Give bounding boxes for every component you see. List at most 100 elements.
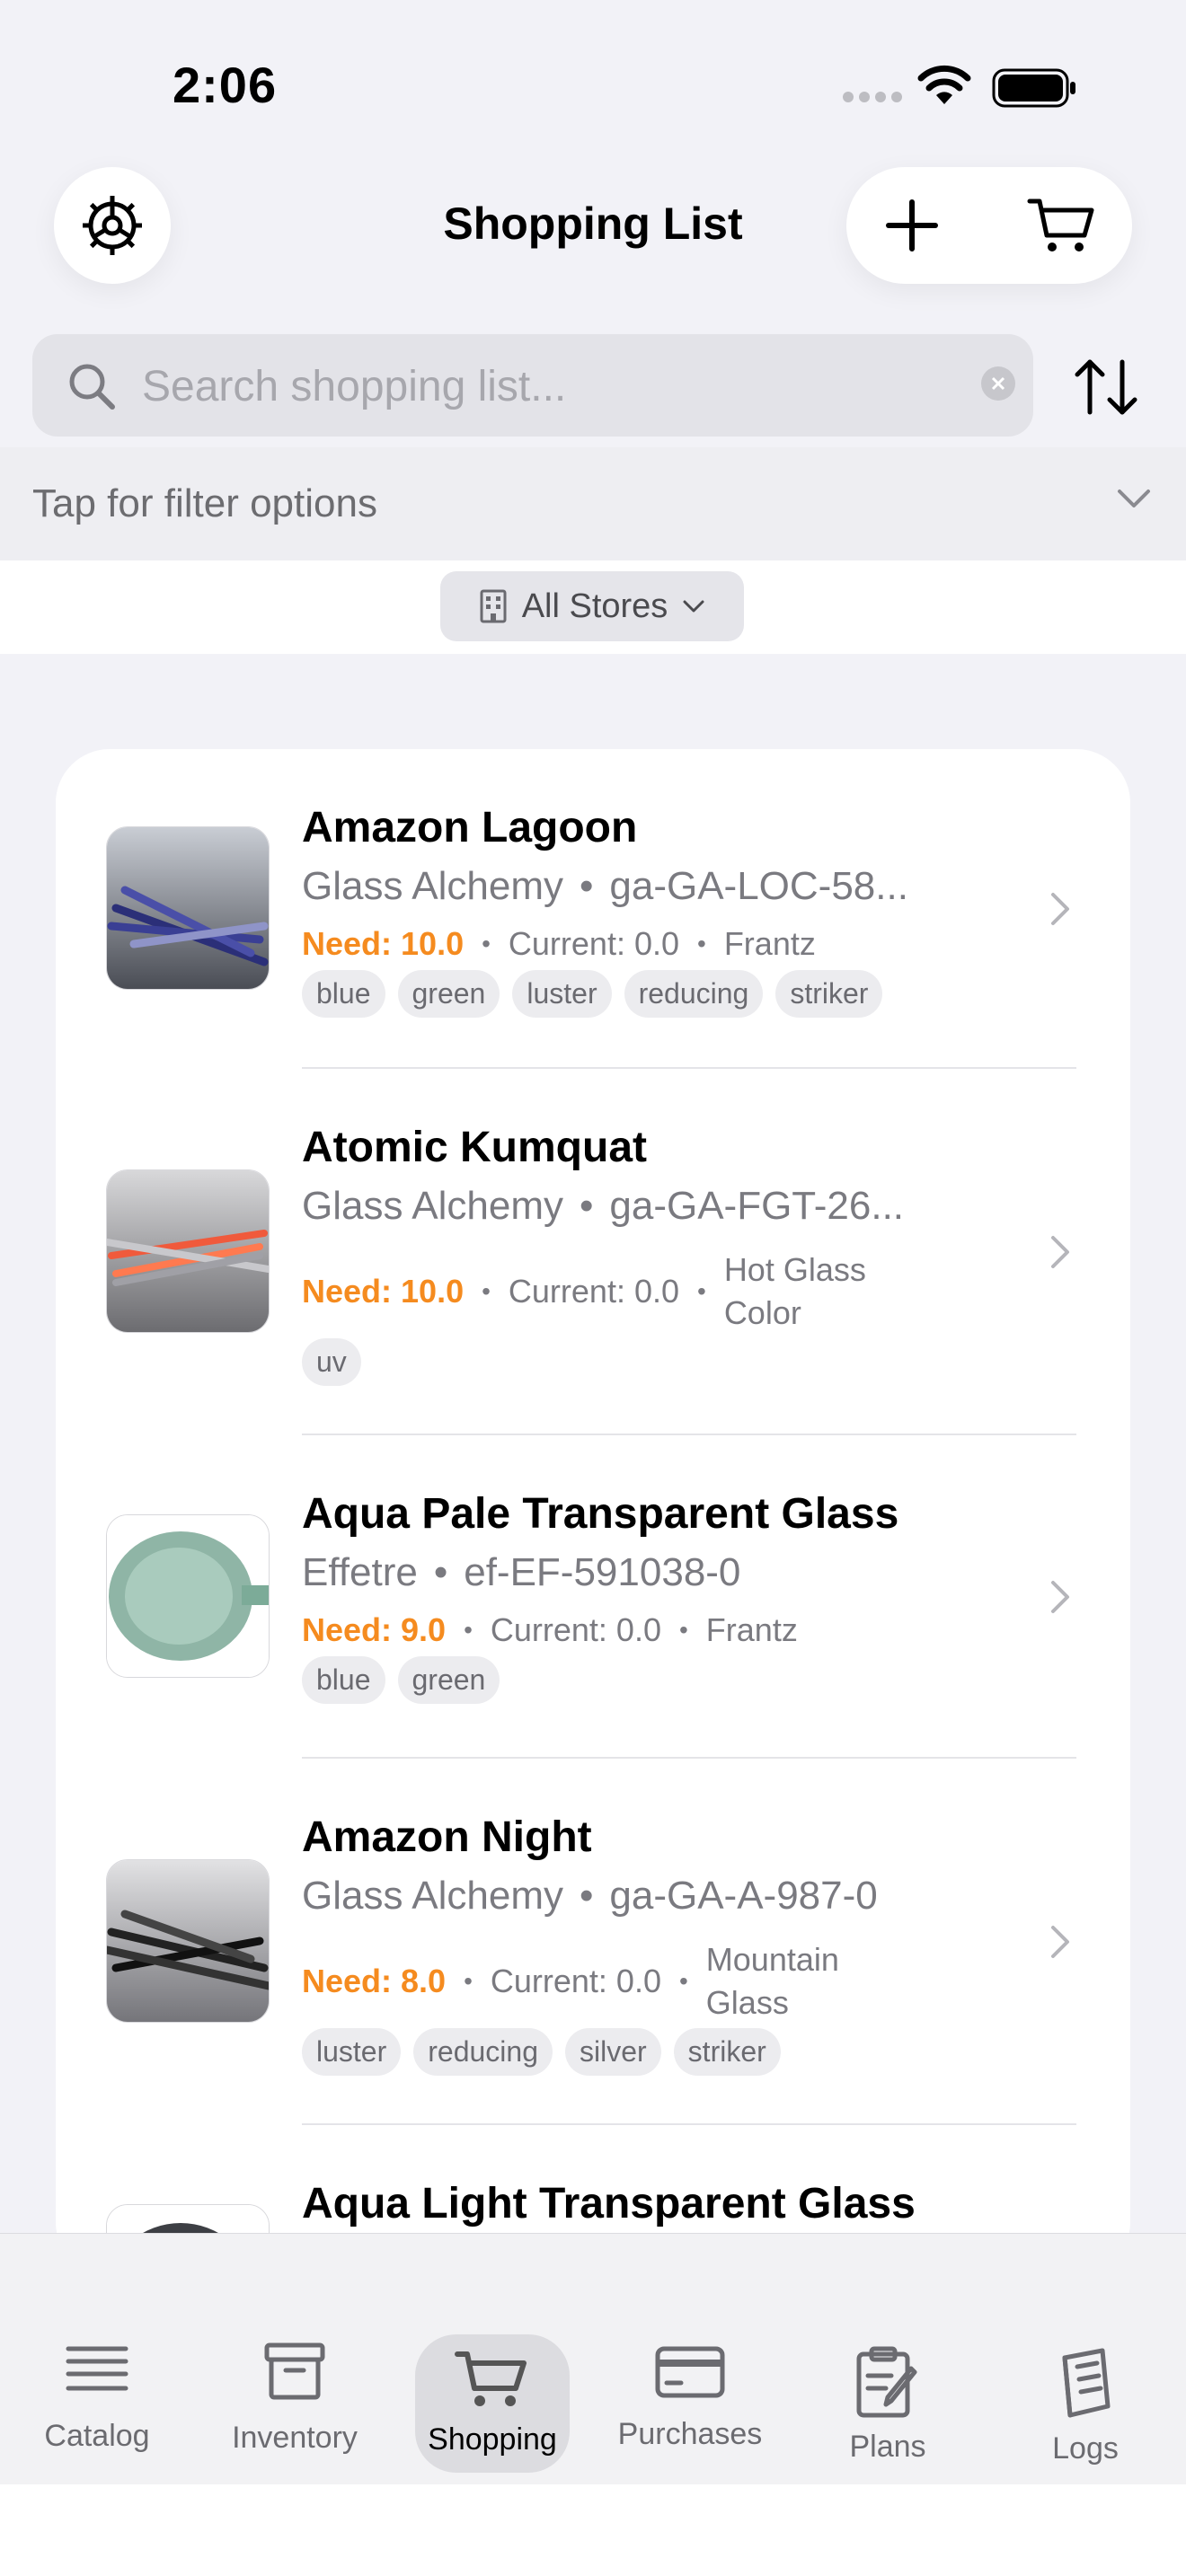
close-icon — [991, 376, 1005, 391]
filter-label: Tap for filter options — [32, 481, 377, 525]
tab-label: Logs — [1052, 2431, 1119, 2466]
archive-box-icon — [205, 2342, 385, 2401]
store-filter-button[interactable]: All Stores — [440, 571, 744, 641]
item-sku: ef-EF-591038-0 — [464, 1550, 741, 1594]
tab-label: Catalog — [44, 2419, 150, 2453]
item-store: Mountain Glass — [705, 1941, 839, 2021]
chevron-right-icon — [1051, 1236, 1069, 1268]
item-meta: Need: 10.0 • Current: 0.0 • Hot Glass Colo… — [302, 1248, 931, 1335]
item-tags: blue green luster reducing striker — [302, 970, 883, 1018]
wifi-icon — [917, 65, 971, 104]
battery-icon — [992, 68, 1075, 108]
item-current: Current: 0.0 — [508, 1273, 679, 1310]
item-name: Aqua Light Transparent Glass — [302, 2180, 916, 2228]
list-icon — [7, 2342, 187, 2395]
tag: blue — [302, 970, 385, 1018]
store-filter-label: All Stores — [521, 587, 668, 625]
tag: luster — [302, 2028, 402, 2076]
plus-icon — [886, 199, 938, 251]
search-bar — [32, 334, 1033, 437]
item-need: Need: 8.0 — [302, 1963, 447, 1999]
tab-label: Shopping — [428, 2422, 557, 2457]
item-tags: luster reducing silver striker — [302, 2028, 781, 2076]
item-store: Hot Glass Color — [723, 1251, 866, 1331]
item-name: Amazon Night — [302, 1813, 592, 1861]
item-subtitle: Glass Alchemy • ga-GA-FGT-26... — [302, 1184, 905, 1228]
tab-plans[interactable]: Plans — [798, 2234, 978, 2485]
search-icon — [69, 364, 115, 410]
item-name: Aqua Pale Transparent Glass — [302, 1490, 899, 1538]
item-manufacturer: Glass Alchemy — [302, 1874, 563, 1918]
item-thumbnail — [106, 826, 270, 990]
sort-button[interactable] — [1066, 348, 1146, 426]
list-item[interactable]: Atomic Kumquat Glass Alchemy • ga-GA-FGT-2… — [56, 1069, 1130, 1435]
header-actions — [846, 167, 1132, 284]
tab-logs[interactable]: Logs — [996, 2234, 1175, 2485]
tab-label: Plans — [849, 2430, 926, 2464]
item-sku: ga-GA-A-987-0 — [609, 1874, 878, 1918]
tag: uv — [302, 1338, 361, 1386]
item-need: Need: 9.0 — [302, 1611, 447, 1648]
add-button[interactable] — [881, 194, 943, 257]
item-need: Need: 10.0 — [302, 925, 465, 962]
chevron-right-icon — [1051, 1926, 1069, 1958]
item-manufacturer: Glass Alchemy — [302, 864, 563, 908]
item-name: Atomic Kumquat — [302, 1124, 647, 1171]
status-bar: 2:06 — [0, 0, 1186, 153]
tag: silver — [565, 2028, 661, 2076]
item-tags: uv — [302, 1338, 361, 1386]
tab-bar: Catalog Inventory Shopping Purchases Pla… — [0, 2233, 1186, 2485]
item-thumbnail — [106, 1169, 270, 1333]
item-meta: Need: 9.0 • Current: 0.0 • Frantz — [302, 1611, 798, 1648]
item-thumbnail — [106, 1859, 270, 2023]
item-sku: ga-GA-FGT-26... — [609, 1184, 905, 1228]
building-icon — [480, 589, 507, 623]
shopping-list-card: Amazon Lagoon Glass Alchemy • ga-GA-LOC-58… — [56, 749, 1130, 2276]
list-item[interactable]: Amazon Night Glass Alchemy • ga-GA-A-987-0… — [56, 1759, 1130, 2125]
chevron-down-icon — [683, 600, 704, 613]
item-sku: ga-GA-LOC-58... — [609, 864, 908, 908]
filter-options-toggle[interactable]: Tap for filter options — [0, 447, 1186, 560]
list-item[interactable]: Aqua Pale Transparent Glass Effetre • ef-E… — [56, 1435, 1130, 1759]
tag: striker — [775, 970, 883, 1018]
search-input[interactable] — [140, 347, 952, 426]
clear-search-button[interactable] — [981, 366, 1015, 401]
tab-inventory[interactable]: Inventory — [205, 2234, 385, 2485]
tab-label: Inventory — [232, 2421, 358, 2455]
item-manufacturer: Effetre — [302, 1550, 418, 1594]
clipboard-pencil-icon — [798, 2345, 978, 2419]
tag: blue — [302, 1656, 385, 1704]
tab-label: Purchases — [617, 2417, 763, 2451]
item-store: Frantz — [705, 1611, 798, 1648]
tab-purchases[interactable]: Purchases — [600, 2234, 780, 2485]
item-current: Current: 0.0 — [490, 1611, 661, 1648]
chevron-down-icon — [1118, 490, 1150, 507]
cart-button[interactable] — [1026, 194, 1098, 257]
status-time: 2:06 — [173, 57, 278, 113]
item-subtitle: Effetre • ef-EF-591038-0 — [302, 1550, 741, 1594]
item-need: Need: 10.0 — [302, 1273, 465, 1310]
item-thumbnail — [106, 1514, 270, 1678]
tab-catalog[interactable]: Catalog — [7, 2234, 187, 2485]
sort-arrows-icon — [1075, 359, 1137, 415]
tag: reducing — [413, 2028, 553, 2076]
item-tags: blue green — [302, 1656, 500, 1704]
item-subtitle: Glass Alchemy • ga-GA-A-987-0 — [302, 1874, 878, 1918]
tag: reducing — [624, 970, 764, 1018]
cart-icon — [403, 2349, 582, 2410]
cellular-signal-icon — [843, 92, 902, 102]
item-name: Amazon Lagoon — [302, 804, 638, 851]
tag: green — [397, 970, 500, 1018]
tag: luster — [512, 970, 612, 1018]
item-manufacturer: Glass Alchemy — [302, 1184, 563, 1228]
chevron-right-icon — [1051, 1581, 1069, 1613]
navigation-header: Shopping List — [0, 153, 1186, 332]
cart-icon — [1027, 198, 1094, 251]
item-meta: Need: 8.0 • Current: 0.0 • Mountain Glass — [302, 1938, 931, 2025]
credit-card-icon — [600, 2345, 780, 2399]
tag: green — [397, 1656, 500, 1704]
item-current: Current: 0.0 — [490, 1963, 661, 1999]
list-item[interactable]: Amazon Lagoon Glass Alchemy • ga-GA-LOC-58… — [56, 749, 1130, 1069]
store-filter-bar: All Stores — [0, 560, 1186, 654]
tab-shopping[interactable]: Shopping — [403, 2234, 582, 2485]
